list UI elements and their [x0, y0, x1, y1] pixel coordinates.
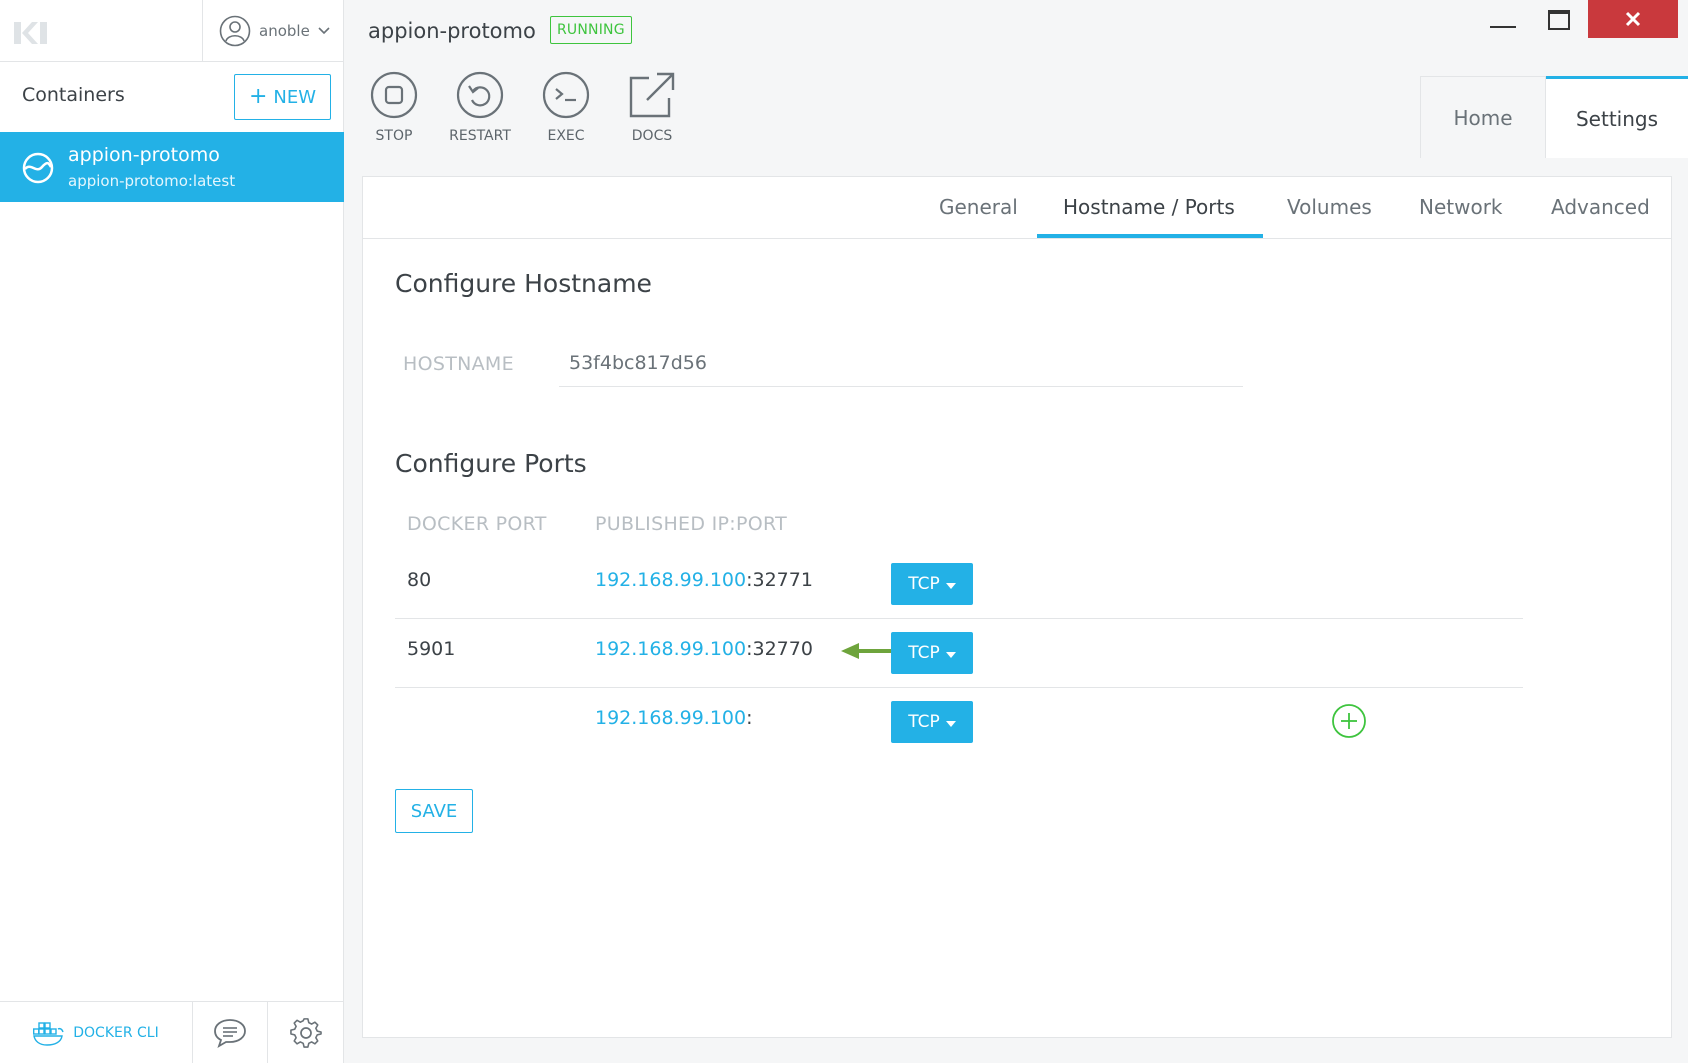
published-ip[interactable]: 192.168.99.100	[595, 638, 746, 660]
caret-down-icon	[945, 582, 956, 589]
stop-icon	[370, 71, 418, 119]
preferences-button[interactable]	[268, 1002, 343, 1063]
terminal-icon	[542, 71, 590, 119]
container-name: appion-protomo	[68, 144, 220, 166]
tab-volumes[interactable]: Volumes	[1287, 195, 1372, 219]
active-tab-indicator	[1037, 234, 1263, 238]
published-ip[interactable]: 192.168.99.100	[595, 707, 746, 729]
gear-icon	[289, 1017, 322, 1048]
container-title: appion-protomo	[368, 19, 536, 43]
protocol-dropdown[interactable]: TCP	[891, 701, 973, 743]
published-address[interactable]: 192.168.99.100:32770	[595, 638, 813, 660]
sidebar: anoble Containers + NEW appion-protomo a…	[0, 0, 344, 1063]
protocol-label: TCP	[908, 712, 940, 732]
hostname-section-title: Configure Hostname	[395, 269, 652, 298]
tab-general[interactable]: General	[939, 195, 1018, 219]
published-port[interactable]: :	[746, 707, 752, 729]
user-menu[interactable]: anoble	[202, 0, 344, 62]
published-port-header: PUBLISHED IP:PORT	[595, 513, 788, 535]
published-address[interactable]: 192.168.99.100:	[595, 707, 753, 729]
sidebar-header: anoble	[0, 0, 343, 62]
restart-button[interactable]: RESTART	[449, 70, 511, 144]
docker-cli-label: DOCKER CLI	[73, 1024, 159, 1041]
port-row: 5901 192.168.99.100:32770 TCP	[395, 620, 1523, 688]
restart-label: RESTART	[449, 128, 511, 144]
published-address[interactable]: 192.168.99.100:32771	[595, 569, 813, 591]
docs-button[interactable]: DOCS	[624, 70, 680, 144]
container-actions: STOP RESTART EXEC DOCS	[366, 70, 680, 144]
plus-icon: +	[248, 84, 268, 109]
window-close-button[interactable]	[1588, 0, 1678, 38]
stop-button[interactable]: STOP	[366, 70, 422, 144]
protocol-label: TCP	[908, 574, 940, 594]
settings-panel: General Hostname / Ports Volumes Network…	[362, 176, 1672, 1038]
sidebar-footer: DOCKER CLI	[0, 1001, 344, 1063]
published-port: :32770	[746, 638, 813, 660]
tab-hostname-ports[interactable]: Hostname / Ports	[1063, 195, 1235, 219]
caret-down-icon	[945, 720, 956, 727]
username: anoble	[259, 22, 310, 40]
container-running-icon	[22, 152, 54, 184]
docker-whale-icon	[33, 1021, 64, 1046]
containers-title: Containers	[22, 84, 125, 106]
hostname-label: HOSTNAME	[403, 353, 514, 375]
docker-port-value: 80	[407, 569, 432, 591]
chevron-down-icon	[318, 27, 330, 35]
published-ip[interactable]: 192.168.99.100	[595, 569, 746, 591]
user-avatar-icon	[219, 15, 251, 47]
tab-network[interactable]: Network	[1419, 195, 1503, 219]
status-badge: RUNNING	[550, 16, 632, 44]
tab-advanced[interactable]: Advanced	[1551, 195, 1650, 219]
window-minimize-button[interactable]	[1490, 26, 1516, 28]
kitematic-logo-icon	[14, 22, 47, 44]
exec-button[interactable]: EXEC	[538, 70, 594, 144]
protocol-dropdown[interactable]: TCP	[891, 632, 973, 674]
protocol-label: TCP	[908, 643, 940, 663]
save-button[interactable]: SAVE	[395, 789, 473, 833]
tab-home[interactable]: Home	[1420, 76, 1546, 158]
port-row-new: 192.168.99.100: TCP	[395, 689, 1523, 757]
new-button-label: NEW	[273, 86, 317, 108]
docker-port-value: 5901	[407, 638, 456, 660]
container-image: appion-protomo:latest	[68, 172, 236, 190]
restart-icon	[456, 71, 504, 119]
external-link-icon	[629, 72, 675, 118]
close-icon	[1625, 11, 1641, 27]
view-tabs: Home Settings	[1420, 76, 1688, 158]
container-list-item[interactable]: appion-protomo appion-protomo:latest	[0, 132, 344, 202]
tab-settings[interactable]: Settings	[1546, 76, 1688, 158]
port-row: 80 192.168.99.100:32771 TCP	[395, 551, 1523, 619]
add-port-icon[interactable]	[1331, 703, 1367, 739]
docker-cli-button[interactable]: DOCKER CLI	[0, 1002, 193, 1063]
caret-down-icon	[945, 651, 956, 658]
published-port: :32771	[746, 569, 813, 591]
stop-label: STOP	[375, 128, 413, 144]
new-container-button[interactable]: + NEW	[234, 74, 331, 120]
docker-port-header: DOCKER PORT	[407, 513, 547, 535]
exec-label: EXEC	[547, 128, 585, 144]
settings-tabs: General Hostname / Ports Volumes Network…	[363, 177, 1671, 239]
chat-bubble-icon	[214, 1018, 246, 1048]
ports-section-title: Configure Ports	[395, 449, 587, 478]
feedback-button[interactable]	[193, 1002, 268, 1063]
containers-bar: Containers + NEW	[0, 62, 343, 132]
window-maximize-button[interactable]	[1548, 10, 1570, 30]
protocol-dropdown[interactable]: TCP	[891, 563, 973, 605]
hostname-input[interactable]	[559, 339, 1243, 387]
docs-label: DOCS	[631, 128, 673, 144]
